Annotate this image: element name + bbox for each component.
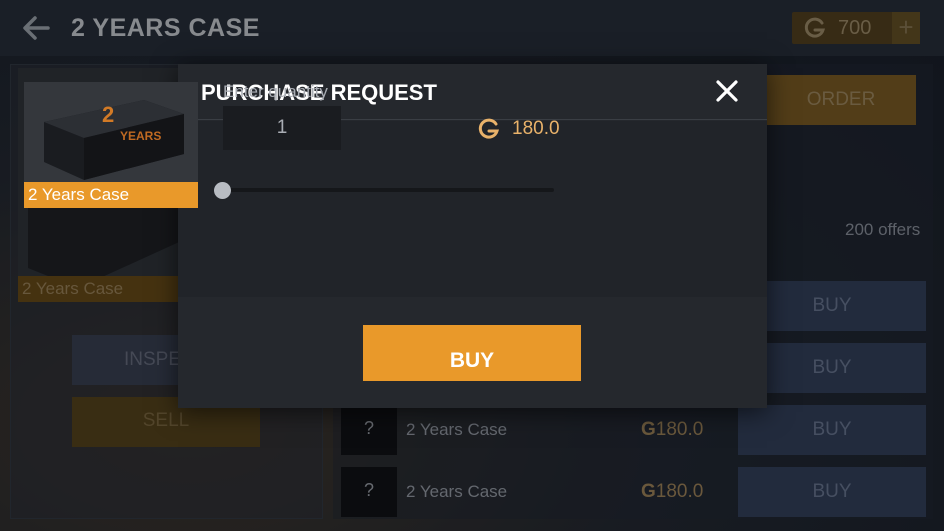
quantity-input[interactable]: [223, 106, 341, 150]
total-price: 180.0: [512, 118, 560, 139]
quantity-label: Enter quantity: [223, 82, 328, 101]
quantity-slider-track[interactable]: [222, 188, 554, 192]
svg-text:YEARS: YEARS: [120, 129, 161, 143]
quantity-slider-thumb[interactable]: [214, 182, 231, 199]
svg-text:2: 2: [102, 102, 114, 127]
buy-button[interactable]: BUY: [363, 325, 581, 381]
close-icon[interactable]: [715, 79, 739, 103]
item-label: 2 Years Case: [24, 182, 198, 208]
g-coin-icon: [478, 118, 500, 139]
